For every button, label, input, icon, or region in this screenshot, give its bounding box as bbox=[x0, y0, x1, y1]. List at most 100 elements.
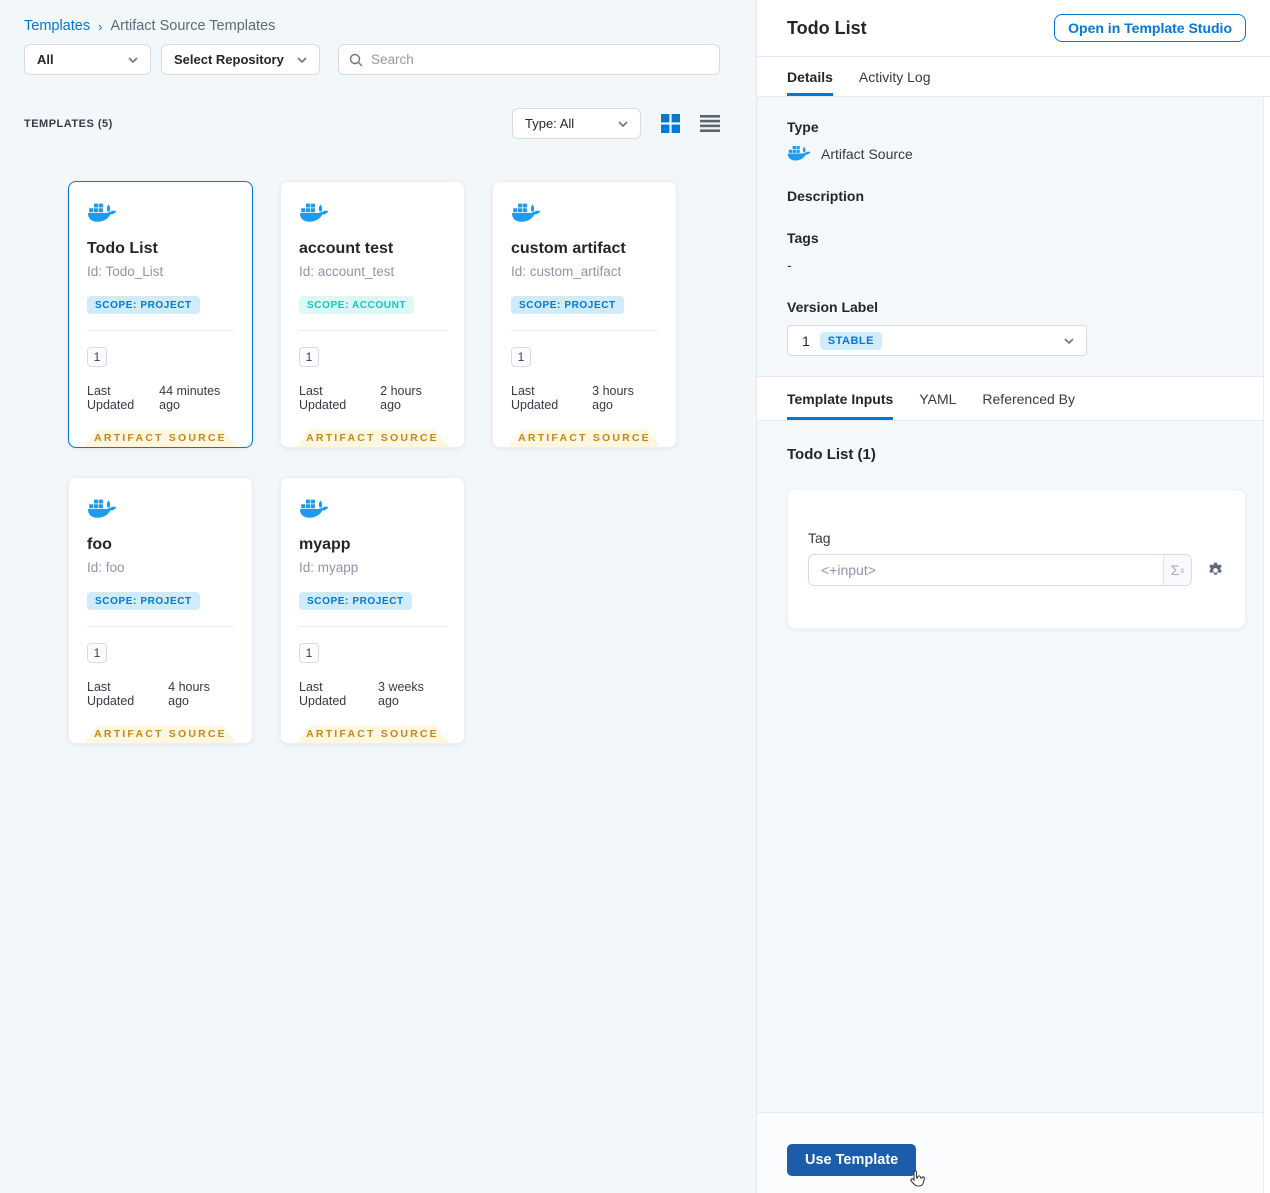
grid-view-button[interactable] bbox=[661, 114, 680, 133]
scope-filter-value: All bbox=[37, 52, 54, 67]
tab-activity-log[interactable]: Activity Log bbox=[859, 57, 931, 96]
description-label: Description bbox=[787, 188, 865, 204]
scope-badge: SCOPE: ACCOUNT bbox=[299, 296, 415, 314]
last-updated-label: Last Updated bbox=[511, 384, 559, 412]
templates-list-panel: Templates › Artifact Source Templates Al… bbox=[0, 0, 756, 1193]
breadcrumb: Templates › Artifact Source Templates bbox=[24, 18, 756, 34]
sigma-icon: Σ bbox=[1170, 562, 1180, 578]
list-view-button[interactable] bbox=[700, 114, 720, 133]
scope-badge: SCOPE: PROJECT bbox=[299, 592, 412, 610]
scope-filter-dropdown[interactable]: All bbox=[24, 44, 151, 75]
breadcrumb-templates-link[interactable]: Templates bbox=[24, 18, 90, 34]
tab-referenced-by[interactable]: Referenced By bbox=[982, 377, 1075, 420]
gear-icon bbox=[1209, 562, 1222, 575]
version-count-badge: 1 bbox=[87, 347, 107, 367]
search-box bbox=[338, 44, 720, 75]
stable-badge: STABLE bbox=[819, 331, 882, 350]
chevron-down-icon bbox=[128, 56, 138, 63]
version-count-badge: 1 bbox=[511, 347, 531, 367]
last-updated-value: 44 minutes ago bbox=[159, 384, 221, 412]
scrollbar-track[interactable] bbox=[1263, 97, 1270, 1193]
divider bbox=[511, 330, 658, 331]
drawer-footer: Use Template bbox=[757, 1112, 1270, 1193]
last-updated: Last Updated 4 hours ago bbox=[87, 680, 234, 708]
scope-badge: SCOPE: PROJECT bbox=[87, 592, 200, 610]
tags-label: Tags bbox=[787, 230, 819, 246]
type-value: Artifact Source bbox=[821, 145, 913, 162]
template-card-title: account test bbox=[299, 240, 394, 257]
type-value-row: Artifact Source bbox=[787, 145, 1240, 162]
tag-input-group: Σx bbox=[808, 554, 1192, 586]
breadcrumb-separator-icon: › bbox=[98, 18, 103, 34]
template-card-id: Id: Todo_List bbox=[87, 264, 164, 279]
type-filter-dropdown[interactable]: Type: All bbox=[512, 108, 641, 139]
docker-icon bbox=[300, 203, 329, 222]
last-updated-value: 3 hours ago bbox=[592, 384, 634, 412]
tag-settings-button[interactable] bbox=[1206, 561, 1225, 580]
repository-filter-value: Select Repository bbox=[174, 52, 284, 67]
artifact-source-ribbon: ARTIFACT SOURCE bbox=[508, 429, 661, 447]
tab-yaml[interactable]: YAML bbox=[919, 377, 956, 420]
repository-filter-dropdown[interactable]: Select Repository bbox=[161, 44, 320, 75]
template-card-title: Todo List bbox=[87, 240, 158, 257]
version-count-badge: 1 bbox=[299, 347, 319, 367]
templates-count-label: TEMPLATES (5) bbox=[24, 117, 113, 130]
docker-icon bbox=[787, 146, 811, 161]
artifact-source-ribbon: ARTIFACT SOURCE bbox=[84, 429, 237, 447]
version-label: Version Label bbox=[787, 299, 879, 315]
sigma-sup: x bbox=[1180, 565, 1185, 575]
divider bbox=[299, 330, 446, 331]
template-card-myapp[interactable]: myapp Id: myapp SCOPE: PROJECT 1 Last Up… bbox=[280, 477, 465, 744]
chevron-down-icon bbox=[1064, 337, 1074, 344]
breadcrumb-current: Artifact Source Templates bbox=[110, 18, 276, 34]
template-card-account-test[interactable]: account test Id: account_test SCOPE: ACC… bbox=[280, 181, 465, 448]
template-inputs-heading: Todo List (1) bbox=[787, 446, 876, 463]
chevron-down-icon bbox=[618, 120, 628, 127]
docker-icon bbox=[512, 203, 541, 222]
tag-field-label: Tag bbox=[808, 530, 831, 546]
search-icon bbox=[349, 53, 363, 66]
divider bbox=[87, 330, 234, 331]
templates-list-header: TEMPLATES (5) Type: All bbox=[24, 108, 756, 139]
type-label: Type bbox=[787, 119, 819, 135]
template-card-title: custom artifact bbox=[511, 240, 626, 257]
drawer-sub-tabs: Template Inputs YAML Referenced By bbox=[757, 377, 1270, 421]
tab-template-inputs[interactable]: Template Inputs bbox=[787, 377, 894, 420]
last-updated: Last Updated 44 minutes ago bbox=[87, 384, 234, 412]
list-view-icon bbox=[700, 115, 720, 132]
last-updated-label: Last Updated bbox=[87, 384, 135, 412]
last-updated-value: 3 weeks ago bbox=[378, 680, 424, 708]
runtime-input-type-button[interactable]: Σx bbox=[1163, 555, 1191, 585]
use-template-button[interactable]: Use Template bbox=[787, 1144, 917, 1176]
tab-details[interactable]: Details bbox=[787, 57, 833, 96]
last-updated-value: 2 hours ago bbox=[380, 384, 422, 412]
tag-field-row: Σx bbox=[808, 554, 1225, 586]
version-dropdown[interactable]: 1 STABLE bbox=[787, 325, 1087, 356]
version-number: 1 bbox=[802, 332, 810, 349]
scope-badge: SCOPE: PROJECT bbox=[87, 296, 200, 314]
template-card-foo[interactable]: foo Id: foo SCOPE: PROJECT 1 Last Update… bbox=[68, 477, 253, 744]
grid-view-icon bbox=[661, 114, 680, 133]
last-updated: Last Updated 2 hours ago bbox=[299, 384, 446, 412]
details-section: Type Artifact Source Description Tags - … bbox=[757, 97, 1270, 377]
divider bbox=[87, 626, 234, 627]
search-input[interactable] bbox=[371, 52, 709, 67]
artifact-source-ribbon: ARTIFACT SOURCE bbox=[296, 725, 449, 743]
chevron-down-icon bbox=[297, 56, 307, 63]
type-filter-value: Type: All bbox=[525, 116, 575, 131]
template-card-id: Id: custom_artifact bbox=[511, 264, 622, 279]
docker-icon bbox=[88, 499, 117, 518]
version-count-badge: 1 bbox=[299, 643, 319, 663]
template-card-title: myapp bbox=[299, 536, 351, 553]
template-card-custom-artifact[interactable]: custom artifact Id: custom_artifact SCOP… bbox=[492, 181, 677, 448]
tag-input[interactable] bbox=[809, 555, 1163, 585]
drawer-tabs: Details Activity Log bbox=[757, 57, 1270, 97]
template-card-todo-list[interactable]: Todo List Id: Todo_List SCOPE: PROJECT 1… bbox=[68, 181, 253, 448]
template-card-id: Id: myapp bbox=[299, 560, 359, 575]
open-in-template-studio-button[interactable]: Open in Template Studio bbox=[1054, 14, 1246, 42]
app-window: Templates › Artifact Source Templates Al… bbox=[0, 0, 1270, 1193]
artifact-source-ribbon: ARTIFACT SOURCE bbox=[84, 725, 237, 743]
last-updated-value: 4 hours ago bbox=[168, 680, 210, 708]
last-updated-label: Last Updated bbox=[87, 680, 135, 708]
template-details-drawer: Todo List Open in Template Studio Detail… bbox=[756, 0, 1270, 1193]
